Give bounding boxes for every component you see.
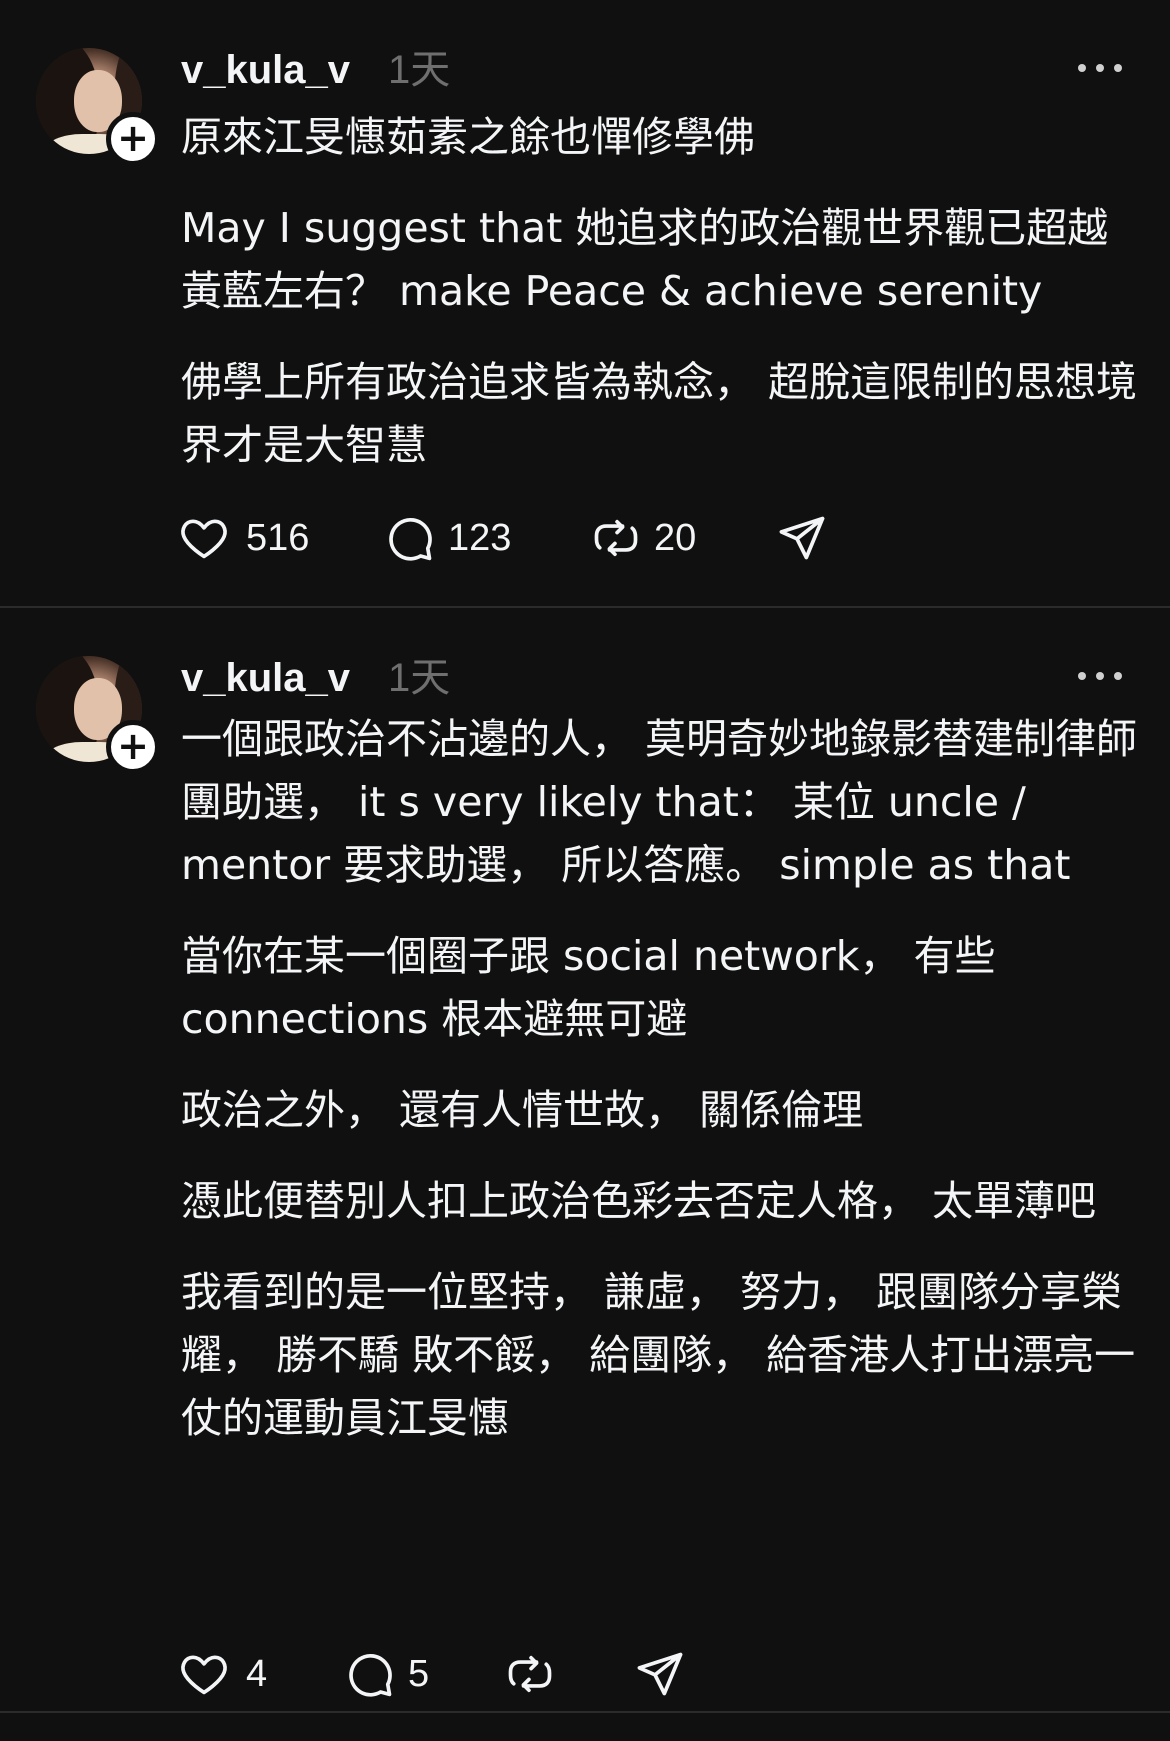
post-paragraph: 一個跟政治不沾邊的人， 莫明奇妙地錄影替建制律師團助選， it s very l… bbox=[181, 715, 1138, 889]
share-icon bbox=[779, 516, 825, 560]
post-paragraph: 當你在某一個圈子跟 social network， 有些 connections… bbox=[181, 932, 1009, 1043]
post-paragraph: May I suggest that 她追求的政治觀世界觀已超越黃藍左右？ ma… bbox=[181, 204, 1109, 315]
more-icon[interactable] bbox=[1078, 668, 1122, 684]
thread-post[interactable]: + v_kula_v 1天 原來江旻憓茹素之餘也憚修學佛 May I sugge… bbox=[0, 0, 1170, 607]
share-button[interactable] bbox=[776, 510, 832, 566]
post-timestamp: 1天 bbox=[388, 48, 451, 92]
like-count: 4 bbox=[246, 1653, 268, 1695]
post-timestamp: 1天 bbox=[388, 656, 451, 700]
thread-post[interactable]: + v_kula_v 1天 一個跟政治不沾邊的人， 莫明奇妙地錄影替建制律師團助… bbox=[0, 608, 1170, 1712]
heart-icon bbox=[181, 1655, 227, 1695]
reply-count: 5 bbox=[408, 1653, 430, 1695]
follow-plus-icon[interactable]: + bbox=[106, 720, 160, 774]
share-icon bbox=[637, 1652, 683, 1696]
post-paragraph: 憑此便替別人扣上政治色彩去否定人格， 太單薄吧 bbox=[181, 1177, 1097, 1225]
repost-icon bbox=[594, 519, 638, 557]
username[interactable]: v_kula_v bbox=[181, 46, 350, 94]
reply-button[interactable]: 5 bbox=[344, 1646, 454, 1702]
comment-icon bbox=[389, 517, 432, 561]
more-icon[interactable] bbox=[1078, 60, 1122, 76]
follow-plus-icon[interactable]: + bbox=[106, 112, 160, 166]
reply-count: 123 bbox=[448, 517, 512, 559]
like-count: 516 bbox=[246, 517, 310, 559]
like-button[interactable]: 516 bbox=[178, 510, 328, 566]
repost-count: 20 bbox=[654, 517, 697, 559]
avatar[interactable]: + bbox=[36, 656, 160, 774]
post-paragraph: 政治之外， 還有人情世故， 關係倫理 bbox=[181, 1086, 864, 1134]
post-body: 原來江旻憓茹素之餘也憚修學佛 May I suggest that 她追求的政治… bbox=[181, 106, 1141, 505]
post-paragraph: 我看到的是一位堅持， 謙虛， 努力， 跟團隊分享榮耀， 勝不驕 敗不餒， 給團隊… bbox=[181, 1268, 1136, 1442]
post-body: 一個跟政治不沾邊的人， 莫明奇妙地錄影替建制律師團助選， it s very l… bbox=[181, 708, 1141, 1478]
avatar[interactable]: + bbox=[36, 48, 160, 166]
reply-button[interactable]: 123 bbox=[384, 510, 534, 566]
post-divider bbox=[0, 1711, 1170, 1713]
username[interactable]: v_kula_v bbox=[181, 654, 350, 702]
repost-button[interactable]: 20 bbox=[590, 510, 730, 566]
post-paragraph: 佛學上所有政治追求皆為執念， 超脫這限制的思想境界才是大智慧 bbox=[181, 358, 1138, 469]
heart-icon bbox=[181, 519, 227, 559]
like-button[interactable]: 4 bbox=[178, 1646, 288, 1702]
post-paragraph: 原來江旻憓茹素之餘也憚修學佛 bbox=[181, 113, 755, 161]
share-button[interactable] bbox=[634, 1646, 690, 1702]
repost-button[interactable] bbox=[504, 1646, 564, 1702]
repost-icon bbox=[508, 1655, 552, 1693]
comment-icon bbox=[349, 1653, 392, 1697]
